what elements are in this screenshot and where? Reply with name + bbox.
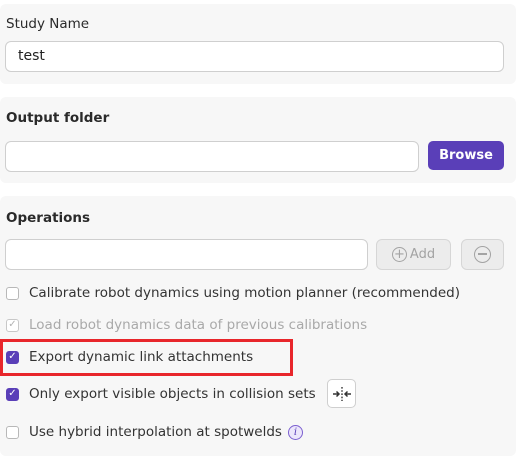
checkbox-load-previous: ✓ [6,318,19,332]
operations-label: Operations [6,210,91,226]
option-hybrid-interpolation[interactable]: Use hybrid interpolation at spotwelds i [6,424,303,440]
checkbox-calibrate[interactable] [6,286,19,300]
minus-circle-icon [474,246,491,263]
add-button-label: Add [409,247,436,262]
option-label: Only export visible objects in collision… [29,386,316,402]
option-label: Calibrate robot dynamics using motion pl… [29,285,460,301]
check-icon: ✓ [8,388,17,399]
checkbox-hybrid-interpolation[interactable] [6,425,19,439]
option-label: Load robot dynamics data of previous cal… [29,317,368,333]
checkbox-only-export-visible[interactable]: ✓ [6,387,19,401]
option-load-robot-dynamics: ✓ Load robot dynamics data of previous c… [6,317,367,333]
operations-input[interactable] [5,239,368,270]
option-label: Use hybrid interpolation at spotwelds [29,424,282,440]
add-button[interactable]: + Add [376,239,451,270]
highlight-box [0,339,293,376]
output-folder-label: Output folder [6,110,110,126]
study-name-label: Study Name [6,16,90,32]
check-icon: ✓ [8,319,17,330]
remove-button[interactable] [461,239,504,270]
option-only-export-visible-objects[interactable]: ✓ Only export visible objects in collisi… [6,386,316,402]
plus-circle-icon: + [391,247,407,262]
info-icon[interactable]: i [287,424,303,440]
output-folder-input[interactable] [5,141,419,172]
option-calibrate-robot-dynamics[interactable]: Calibrate robot dynamics using motion pl… [6,285,460,301]
collision-select-icon [332,386,351,401]
browse-button[interactable]: Browse [428,141,504,170]
study-name-input[interactable]: test [5,41,504,72]
collision-set-select-button[interactable] [327,379,356,408]
